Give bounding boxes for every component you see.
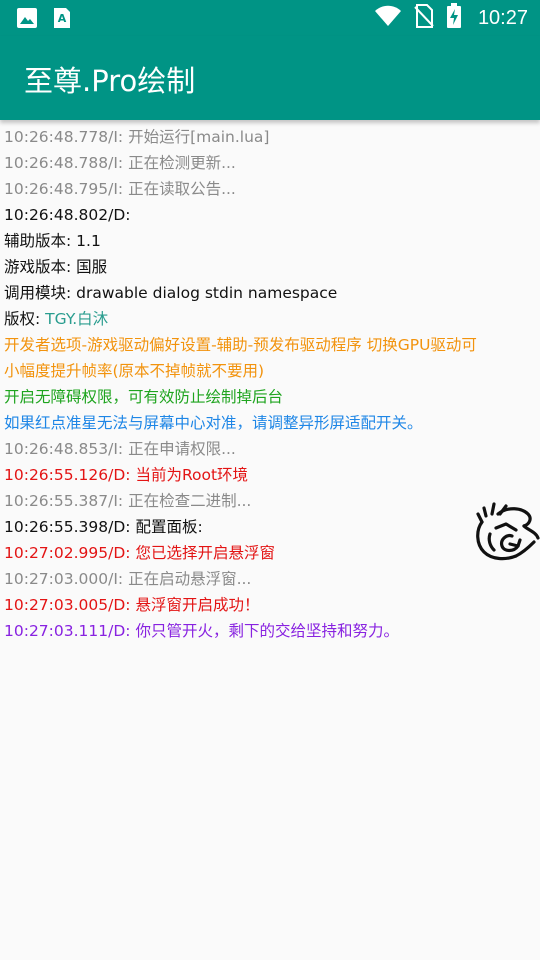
status-left-icons: A	[16, 7, 72, 33]
battery-charging-icon	[446, 3, 462, 33]
log-line: 辅助版本: 1.1	[4, 232, 101, 250]
log-line: 10:26:48.778/I: 开始运行[main.lua]	[4, 128, 270, 146]
log-line: 10:26:48.788/I: 正在检测更新...	[4, 154, 236, 172]
log-line: 如果红点准星无法与屏幕中心对准，请调整异形屏适配开关。	[4, 414, 423, 432]
log-line: 10:26:55.398/D: 配置面板:	[4, 518, 203, 536]
log-line: 10:26:55.126/D: 当前为Root环境	[4, 466, 249, 484]
font-a-icon: A	[52, 7, 72, 33]
log-line: 10:26:55.387/I: 正在检查二进制...	[4, 492, 252, 510]
doodle-logo-icon	[476, 502, 540, 561]
app-bar: 至尊.Pro绘制	[0, 36, 540, 120]
log-output: 10:26:48.778/I: 开始运行[main.lua] 10:26:48.…	[4, 124, 532, 644]
log-line: 10:26:48.802/D:	[4, 206, 131, 224]
svg-text:A: A	[58, 12, 67, 25]
log-line: 10:27:03.000/I: 正在启动悬浮窗...	[4, 570, 252, 588]
log-line: 调用模块: drawable dialog stdin namespace	[4, 284, 338, 302]
status-bar: A 10:27	[0, 0, 540, 36]
log-line: 10:26:48.853/I: 正在申请权限...	[4, 440, 236, 458]
log-line: 版权: TGY.白沐	[4, 310, 109, 328]
log-line: 10:26:48.795/I: 正在读取公告...	[4, 180, 236, 198]
floating-window-button[interactable]	[472, 500, 540, 566]
log-line: 10:27:03.005/D: 悬浮窗开启成功！	[4, 596, 260, 614]
log-line: 10:27:03.111/D: 你只管开火，剩下的交给坚持和努力。	[4, 622, 399, 640]
status-time: 10:27	[477, 6, 528, 29]
wifi-icon	[374, 5, 402, 31]
log-line: 小幅度提升帧率(原本不掉帧就不要用)	[4, 362, 265, 380]
status-right-icons: 10:27	[374, 0, 528, 36]
app-title: 至尊.Pro绘制	[24, 64, 196, 98]
image-icon	[16, 7, 38, 33]
no-sim-icon	[414, 4, 434, 32]
log-line: 游戏版本: 国服	[4, 258, 108, 276]
log-line: 开发者选项-游戏驱动偏好设置-辅助-预发布驱动程序 切换GPU驱动可	[4, 336, 477, 354]
log-line: 10:27:02.995/D: 您已选择开启悬浮窗	[4, 544, 275, 562]
log-line: 开启无障碍权限，可有效防止绘制掉后台	[4, 388, 284, 406]
